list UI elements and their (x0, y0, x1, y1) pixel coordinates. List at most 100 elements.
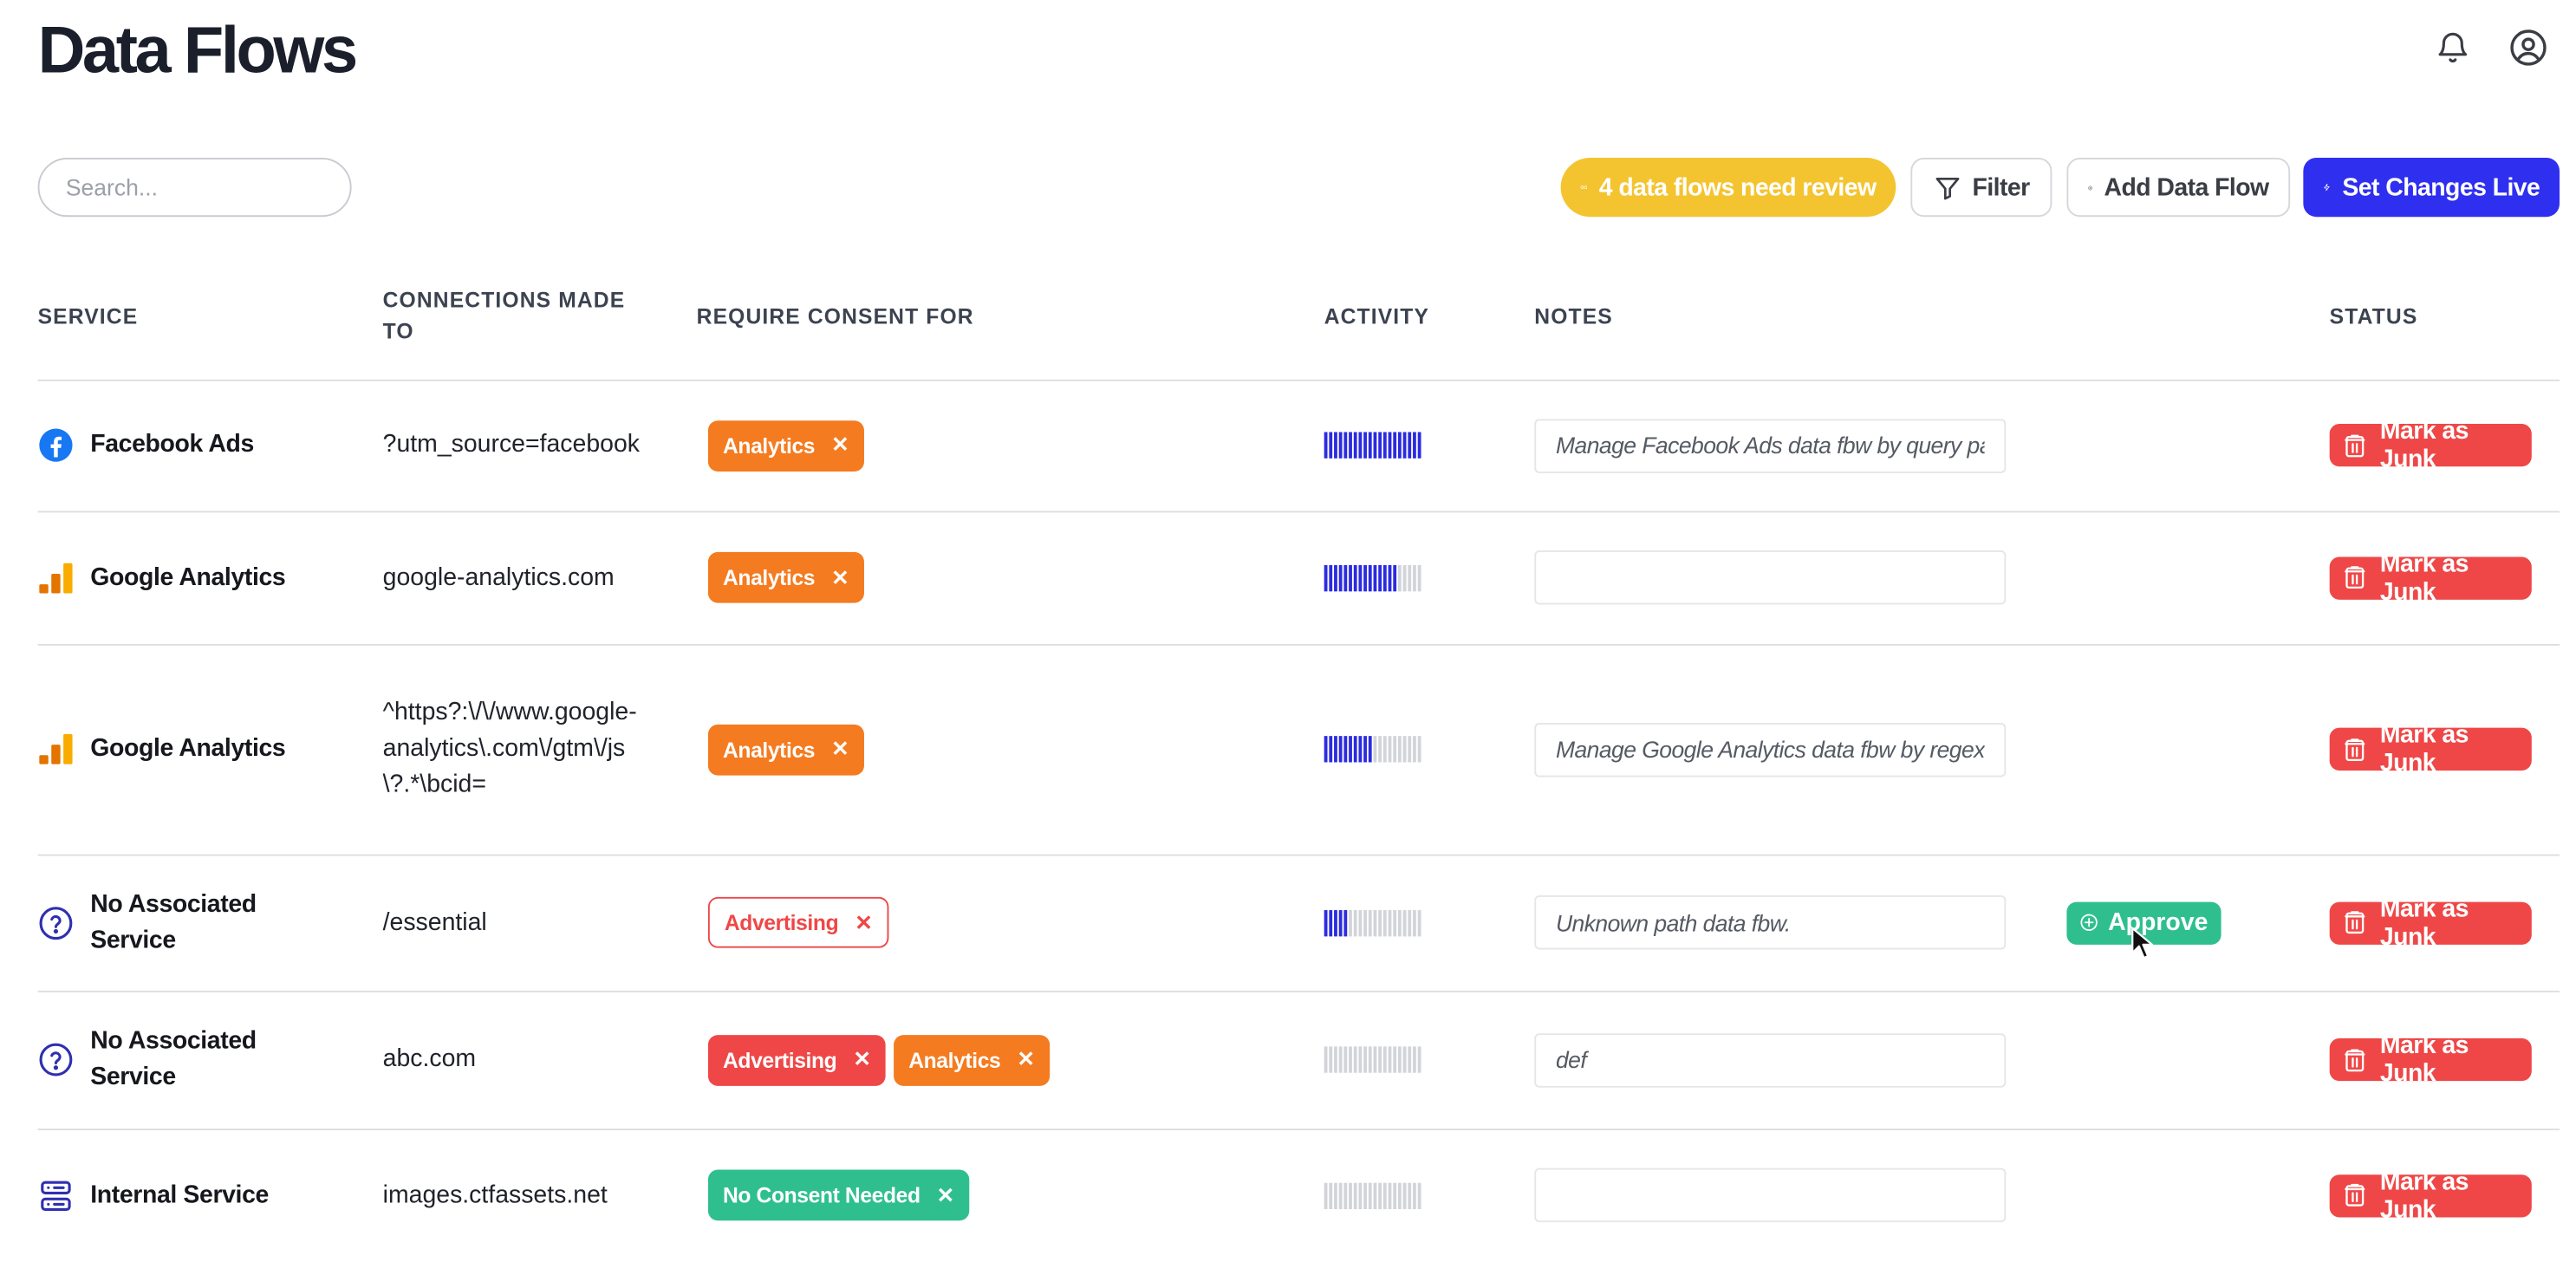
activity-bar (1334, 736, 1337, 763)
activity-bar (1408, 736, 1412, 763)
notes-field[interactable] (1534, 1168, 2007, 1223)
user-circle-icon[interactable] (2507, 26, 2549, 68)
notes-field[interactable] (1534, 1032, 2007, 1087)
mark-as-junk-button[interactable]: Mark as Junk (2329, 550, 2532, 605)
service-name: No Associated Service (90, 889, 257, 954)
service-name: No Associated Service (90, 1026, 257, 1091)
consent-tag-label: Analytics (722, 737, 816, 762)
activity-bar (1324, 564, 1328, 591)
table-row: No Associated Service abc.com Advertising ✕… (0, 991, 2576, 1129)
row-divider (37, 854, 2560, 856)
activity-bar (1388, 1046, 1392, 1073)
remove-tag-icon[interactable]: ✕ (937, 1182, 955, 1208)
notes-field[interactable] (1534, 418, 2007, 472)
google-analytics-icon (38, 559, 75, 595)
activity-bar (1343, 909, 1348, 936)
activity-bar (1393, 909, 1397, 936)
notes-field[interactable] (1534, 894, 2007, 950)
bell-icon[interactable] (2431, 26, 2474, 68)
remove-tag-icon[interactable]: ✕ (855, 909, 873, 935)
plus-circle-icon (2080, 914, 2098, 931)
consent-tags: Advertising ✕ (707, 896, 889, 948)
activity-bar (1378, 736, 1382, 763)
activity-bar (1353, 432, 1357, 459)
activity-bar (1417, 1046, 1421, 1073)
activity-bar (1402, 1181, 1407, 1209)
consent-tag[interactable]: Analytics ✕ (707, 723, 864, 775)
consent-tags: No Consent Needed ✕ (707, 1169, 969, 1221)
mark-as-junk-button[interactable]: Mark as Junk (2329, 417, 2532, 473)
add-data-flow-button[interactable]: Add Data Flow (2066, 157, 2291, 218)
activity-bar (1349, 1046, 1352, 1073)
consent-tag-label: Analytics (722, 565, 816, 590)
activity-meter (1324, 736, 1421, 763)
activity-bar (1324, 909, 1328, 936)
connection-pattern: ^https?:\/\/www.google-analytics\.com\/g… (382, 698, 637, 799)
connection-pattern: abc.com (382, 1044, 477, 1073)
consent-tag[interactable]: No Consent Needed ✕ (707, 1169, 969, 1221)
server-icon (38, 1177, 75, 1213)
activity-bar (1358, 736, 1363, 763)
consent-tag[interactable]: Analytics ✕ (707, 420, 864, 472)
activity-bar (1388, 909, 1392, 936)
activity-bar (1368, 1046, 1372, 1073)
mark-as-junk-button[interactable]: Mark as Junk (2329, 1031, 2532, 1088)
remove-tag-icon[interactable]: ✕ (853, 1046, 871, 1072)
activity-bar (1397, 736, 1402, 763)
page-title: Data Flows (37, 15, 359, 88)
activity-bar (1408, 432, 1412, 459)
remove-tag-icon[interactable]: ✕ (831, 432, 849, 458)
trash-icon (2345, 738, 2365, 761)
header-consent: REQUIRE CONSENT FOR (696, 303, 974, 329)
activity-meter (1324, 1046, 1421, 1073)
activity-meter (1324, 1181, 1421, 1209)
activity-bar (1408, 909, 1412, 936)
facebook-icon (38, 427, 75, 464)
mark-as-junk-button[interactable]: Mark as Junk (2329, 721, 2532, 777)
activity-bar (1338, 909, 1343, 936)
mark-as-junk-label: Mark as Junk (2379, 894, 2469, 951)
activity-bar (1397, 432, 1402, 459)
review-flows-button[interactable]: 4 data flows need review (1560, 157, 1896, 218)
activity-bar (1402, 1046, 1407, 1073)
activity-bar (1349, 736, 1352, 763)
consent-tag[interactable]: Analytics ✕ (894, 1034, 1050, 1085)
mark-as-junk-button[interactable]: Mark as Junk (2329, 1168, 2532, 1223)
mark-as-junk-button[interactable]: Mark as Junk (2329, 894, 2532, 950)
activity-bar (1368, 736, 1372, 763)
search-input[interactable] (37, 157, 352, 218)
activity-bar (1373, 736, 1377, 763)
activity-bar (1363, 909, 1367, 936)
service-name: Google Analytics (90, 734, 286, 763)
activity-bar (1329, 432, 1333, 459)
notes-field[interactable] (1534, 550, 2007, 605)
notes-field[interactable] (1534, 722, 2007, 777)
activity-bar (1388, 564, 1392, 591)
remove-tag-icon[interactable]: ✕ (1017, 1046, 1035, 1072)
activity-bar (1408, 1046, 1412, 1073)
table-row: No Associated Service/essential Advertisi… (0, 855, 2576, 991)
consent-tag[interactable]: Advertising ✕ (707, 896, 889, 948)
activity-bar (1353, 1181, 1357, 1209)
activity-bar (1378, 564, 1382, 591)
activity-bar (1373, 432, 1377, 459)
activity-bar (1402, 432, 1407, 459)
set-changes-live-button[interactable]: Set Changes Live (2303, 157, 2560, 218)
activity-bar (1368, 1181, 1372, 1209)
remove-tag-icon[interactable]: ✕ (831, 736, 849, 762)
activity-bar (1338, 1181, 1343, 1209)
consent-tag[interactable]: Analytics ✕ (707, 551, 864, 603)
trash-icon (2345, 911, 2365, 934)
approve-label: Approve (2108, 908, 2208, 937)
data-flows-page: Data Flows 4 data flows need review Filt… (0, 0, 2576, 1262)
consent-tag[interactable]: Advertising ✕ (707, 1034, 886, 1085)
activity-bar (1413, 1181, 1416, 1209)
remove-tag-icon[interactable]: ✕ (831, 564, 849, 590)
filter-button[interactable]: Filter (1910, 157, 2052, 218)
activity-bar (1329, 1046, 1333, 1073)
glasses-icon (1580, 185, 1588, 189)
activity-bar (1329, 564, 1333, 591)
consent-tags: Analytics ✕ (707, 420, 864, 472)
activity-bar (1397, 564, 1402, 591)
activity-bar (1324, 736, 1328, 763)
